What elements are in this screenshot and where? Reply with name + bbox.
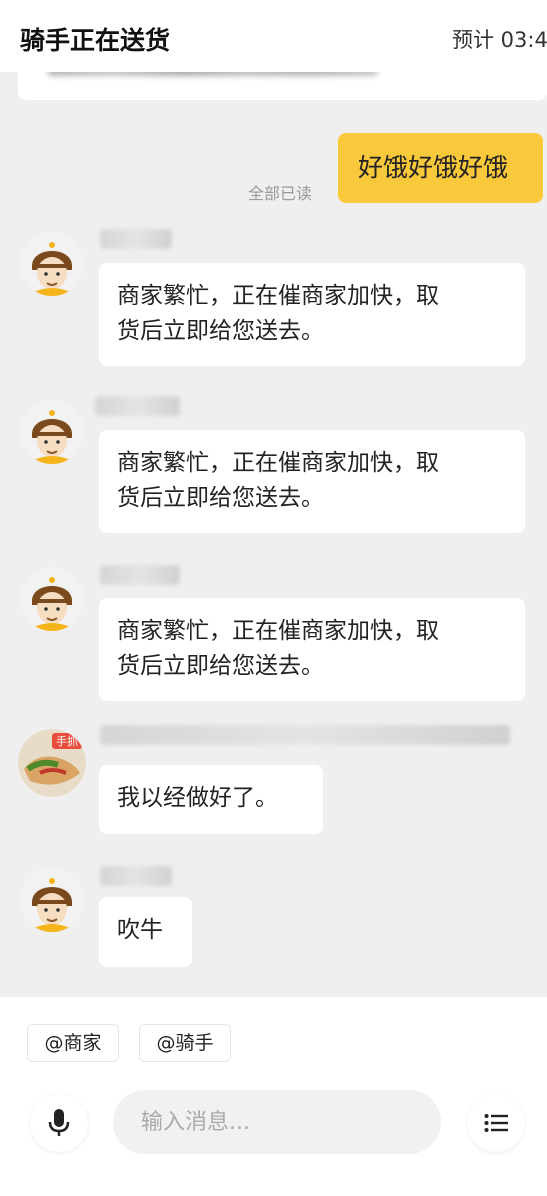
rider-message-bubble[interactable]: 商家繁忙，正在催商家加快，取 货后立即给您送去。 — [99, 598, 525, 701]
more-options-button[interactable] — [467, 1094, 525, 1152]
rider-name-blurred — [95, 396, 180, 416]
list-menu-icon — [484, 1114, 508, 1132]
my-message-bubble[interactable]: 好饿好饿好饿 — [338, 133, 543, 203]
rider-avatar-icon — [20, 567, 84, 631]
mention-merchant-chip[interactable]: @商家 — [27, 1024, 119, 1062]
rider-avatar[interactable] — [20, 868, 84, 932]
message-line: 货后立即给您送去。 — [117, 653, 324, 679]
read-status: 全部已读 — [248, 184, 313, 203]
rider-message-bubble[interactable]: 商家繁忙，正在催商家加快，取 货后立即给您送去。 — [99, 263, 525, 366]
chat-header: 骑手正在送货 预计 03:4 — [0, 0, 547, 72]
rider-avatar-icon — [20, 232, 84, 296]
message-line: 商家繁忙，正在催商家加快，取 — [117, 283, 439, 309]
rider-name-blurred — [100, 229, 172, 249]
rider-message-bubble[interactable]: 商家繁忙，正在催商家加快，取 货后立即给您送去。 — [99, 430, 525, 533]
merchant-name-blurred — [100, 725, 510, 745]
microphone-icon — [48, 1109, 70, 1136]
message-line: 我以经做好了。 — [117, 785, 278, 811]
merchant-avatar-label: 手抓 — [56, 734, 78, 748]
merchant-avatar[interactable]: 手抓 — [18, 729, 86, 797]
rider-avatar-icon — [20, 868, 84, 932]
page-title: 骑手正在送货 — [20, 26, 171, 55]
rider-name-blurred — [100, 565, 180, 585]
voice-button[interactable] — [30, 1094, 88, 1152]
rider-avatar[interactable] — [20, 567, 84, 631]
message-line: 商家繁忙，正在催商家加快，取 — [117, 450, 439, 476]
message-line: 货后立即给您送去。 — [117, 485, 324, 511]
rider-avatar[interactable] — [20, 232, 84, 296]
message-line: 货后立即给您送去。 — [117, 318, 324, 344]
mention-rider-chip[interactable]: @骑手 — [139, 1024, 231, 1062]
merchant-message-bubble[interactable]: 我以经做好了。 — [99, 765, 323, 834]
rider-avatar-icon — [20, 400, 84, 464]
message-line: 吹牛 — [117, 917, 163, 943]
rider-message-bubble[interactable]: 吹牛 — [99, 897, 192, 967]
message-input[interactable] — [113, 1090, 441, 1154]
rider-avatar[interactable] — [20, 400, 84, 464]
eta-label: 预计 03:4 — [452, 28, 547, 52]
rider-name-blurred — [100, 866, 172, 886]
food-wrap-icon: 手抓 — [18, 729, 86, 797]
message-line: 商家繁忙，正在催商家加快，取 — [117, 618, 439, 644]
